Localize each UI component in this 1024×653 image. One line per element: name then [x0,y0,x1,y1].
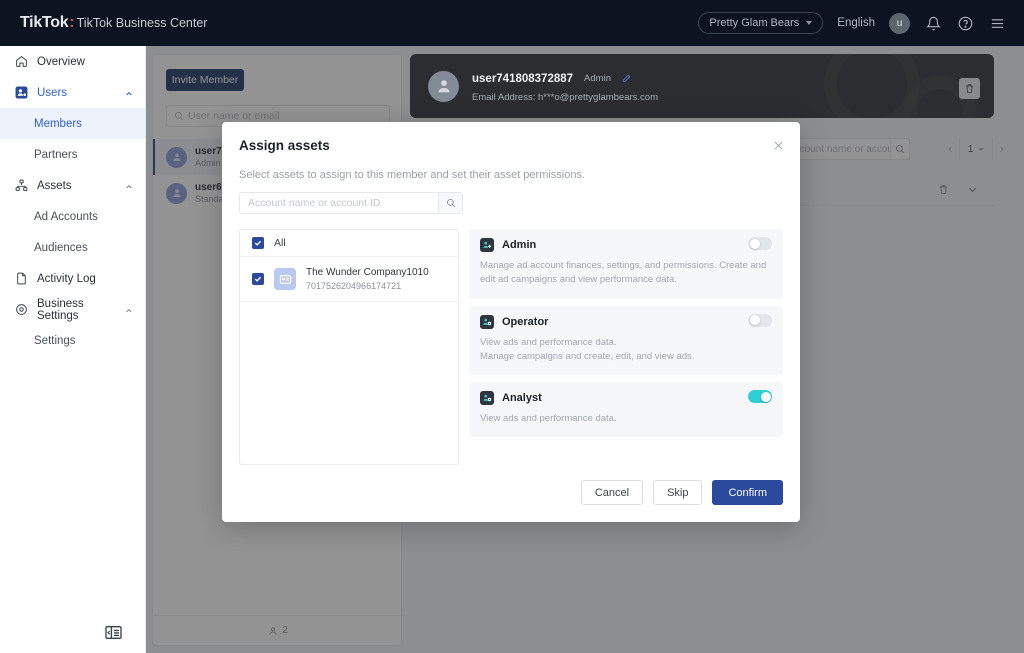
permission-name: Analyst [502,392,542,404]
permission-header: Operator [480,314,772,329]
sidebar-item-overview[interactable]: Overview [0,46,145,77]
close-icon[interactable] [773,138,786,151]
confirm-button[interactable]: Confirm [712,480,783,505]
sidebar-label: Members [34,117,82,130]
toggle-knob [760,391,771,402]
modal-search-input[interactable]: Account name or account ID [239,192,463,214]
document-icon [14,271,29,286]
permission-card-analyst: Analyst View ads and performance data. [469,382,783,438]
sidebar: Overview Users Members Partners Assets A… [0,46,146,653]
asset-selection-list: All The Wunder Company1010 7017526204966… [239,229,459,465]
sidebar-item-business-settings[interactable]: Business Settings [0,294,145,325]
permission-name: Operator [502,315,549,328]
person-icon [437,80,450,93]
user-card-info: user741808372887 Admin Email Address: h*… [472,70,658,103]
brand-colon: : [69,14,75,31]
edit-pencil-icon[interactable] [622,70,631,88]
skip-button[interactable]: Skip [653,480,703,505]
page-title: user741808372887 [472,72,574,85]
product-name: TikTok Business Center [76,16,208,30]
users-icon [14,85,29,100]
toggle-knob [749,315,760,325]
permission-description: Manage ad account finances, settings, an… [480,260,767,286]
sidebar-item-audiences[interactable]: Audiences [0,232,145,263]
help-icon[interactable] [956,14,974,32]
modal-description: Select assets to assign to this member a… [239,169,586,181]
modal-search-placeholder: Account name or account ID [248,197,381,209]
ad-account-icon [274,268,296,290]
check-icon [254,276,262,282]
tiktok-logo: TikTok [20,14,69,31]
toggle-analyst[interactable] [748,390,772,403]
permission-header: Analyst [480,391,772,405]
sidebar-label: Audiences [34,241,88,254]
language-selector[interactable]: English [837,17,875,29]
status-badge: Admin [584,73,611,84]
app-root: TikTok : TikTok Business Center Pretty G… [0,0,1024,653]
chevron-down-icon [806,21,813,25]
toggle-knob [749,238,760,249]
brand[interactable]: TikTok : TikTok Business Center [20,14,207,32]
toggle-operator[interactable] [748,313,772,327]
top-bar: TikTok : TikTok Business Center Pretty G… [0,0,1024,46]
sidebar-label: Partners [34,148,78,161]
user-card-title-row: user741808372887 Admin [472,70,658,88]
toggle-admin[interactable] [748,237,772,250]
asset-name: The Wunder Company1010 [306,267,429,278]
sidebar-item-partners[interactable]: Partners [0,139,145,170]
settings-icon [14,302,29,317]
sidebar-label: Activity Log [37,272,96,285]
operator-role-icon [480,314,494,329]
asset-row[interactable]: The Wunder Company1010 70175262049661747… [240,257,458,302]
modal-body: All The Wunder Company1010 7017526204966… [239,229,783,465]
check-icon [254,240,262,246]
permission-header: Admin [480,238,772,252]
admin-role-icon [480,238,494,252]
sidebar-label: Overview [37,55,85,68]
sidebar-label: Users [37,86,68,99]
menu-icon[interactable] [988,14,1006,32]
home-icon [14,54,29,69]
permission-card-operator: Operator View ads and performance data. … [469,305,783,375]
permission-card-admin: Admin Manage ad account finances, settin… [469,229,783,299]
chevron-up-icon [125,306,133,314]
sidebar-item-users[interactable]: Users [0,77,145,108]
assign-assets-modal: Assign assets Select assets to assign to… [222,122,800,522]
sidebar-label: Assets [37,179,72,192]
search-icon[interactable] [438,193,462,213]
modal-title: Assign assets [239,138,330,153]
sidebar-label: Ad Accounts [34,210,98,223]
chevron-up-icon [125,182,133,190]
asset-text: The Wunder Company1010 70175262049661747… [306,267,429,291]
permission-list: Admin Manage ad account finances, settin… [469,229,783,465]
analyst-role-icon [480,391,494,405]
account-switcher[interactable]: Pretty Glam Bears [698,12,824,34]
user-email: Email Address: h***o@prettyglambears.com [472,91,659,103]
sidebar-label: Business Settings [37,297,84,322]
cancel-button[interactable]: Cancel [580,480,644,505]
avatar[interactable]: u [889,12,910,34]
sidebar-item-settings[interactable]: Settings [0,325,145,356]
sidebar-item-ad-accounts[interactable]: Ad Accounts [0,201,145,232]
top-bar-actions: Pretty Glam Bears English u [698,12,1006,34]
select-all-row[interactable]: All [240,230,458,257]
sidebar-item-assets[interactable]: Assets [0,170,145,201]
account-switcher-label: Pretty Glam Bears [709,17,800,29]
permission-description: View ads and performance data. [480,413,617,424]
chevron-up-icon [125,89,133,97]
sidebar-item-activity-log[interactable]: Activity Log [0,263,145,294]
select-all-label: All [274,237,286,249]
permission-description: View ads and performance data. Manage ca… [480,336,695,362]
sidebar-item-members[interactable]: Members [0,108,145,139]
avatar [428,70,459,102]
permission-name: Admin [502,239,537,251]
checkbox-all[interactable] [252,237,264,249]
modal-footer: Cancel Skip Confirm [580,480,783,505]
sidebar-collapse-icon[interactable] [105,625,125,643]
sidebar-label: Settings [34,334,76,347]
checkbox-asset[interactable] [252,273,264,285]
asset-id: 7017526204966174721 [306,281,402,291]
bell-icon[interactable] [924,14,942,32]
assets-icon [14,178,29,193]
